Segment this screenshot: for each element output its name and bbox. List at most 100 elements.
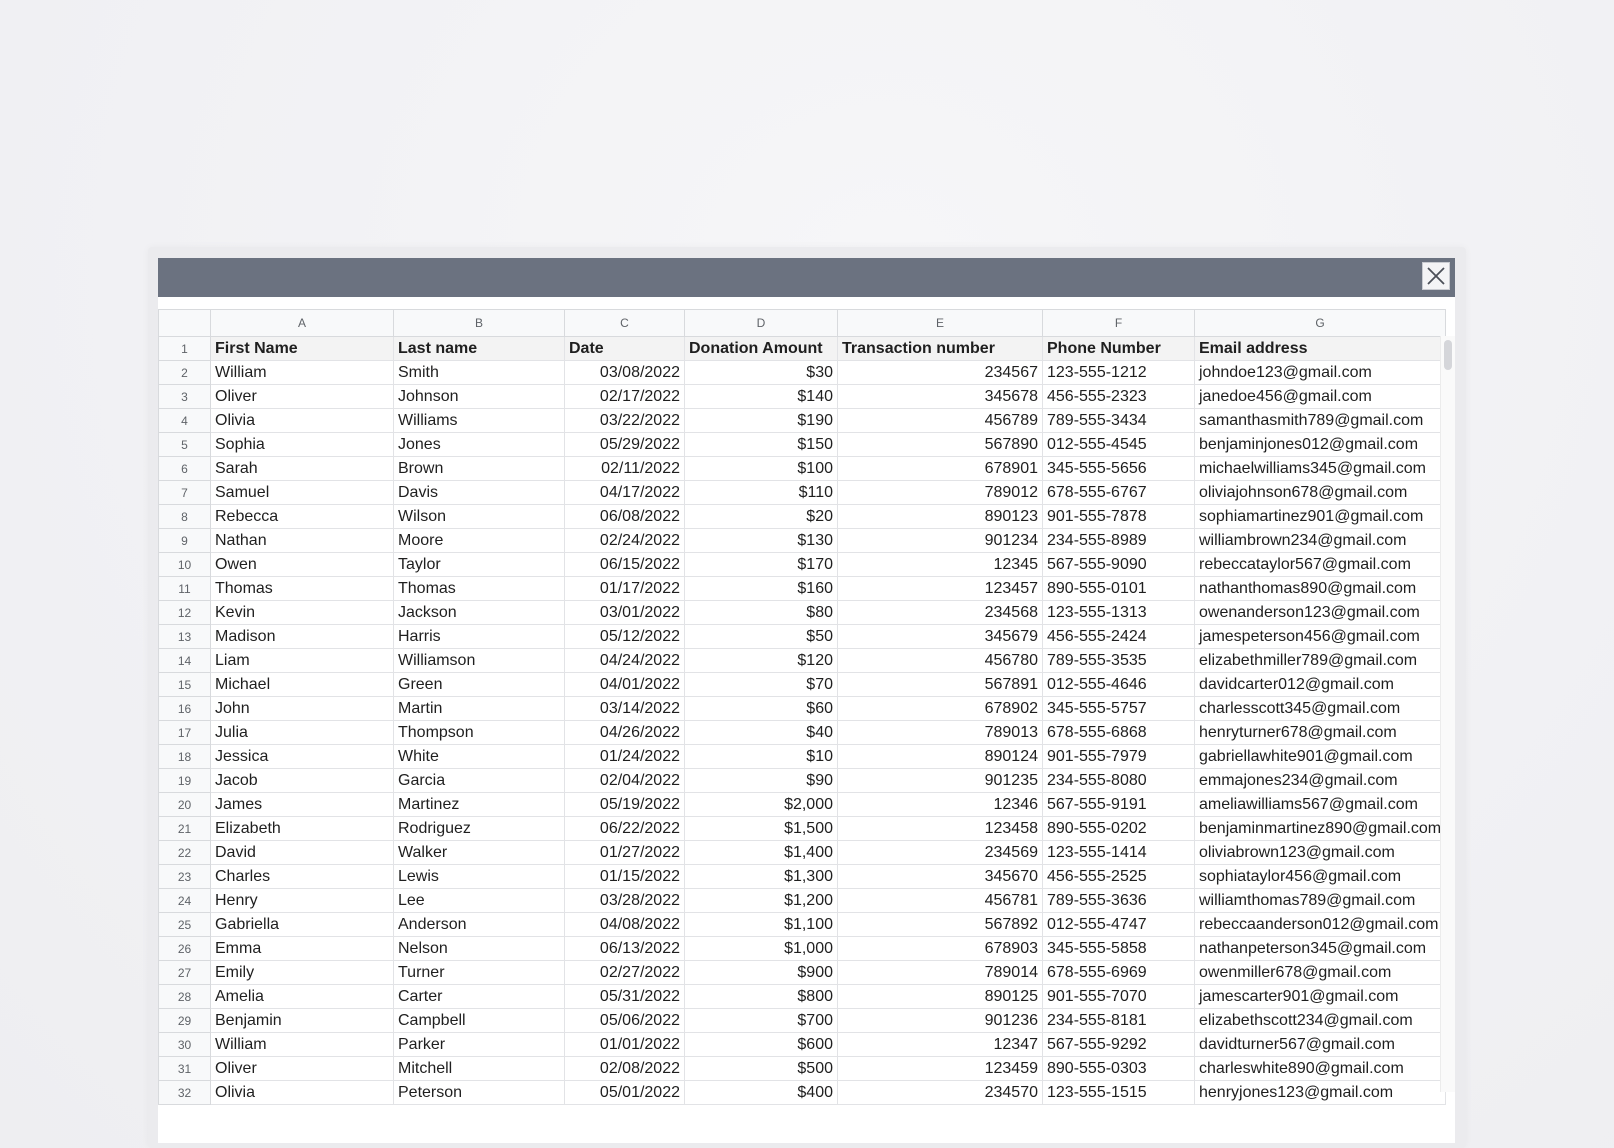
cell-transaction-number[interactable]: 234569 [837, 840, 1043, 865]
cell-first-name[interactable]: Nathan [210, 528, 394, 553]
row-number[interactable]: 23 [158, 864, 211, 889]
cell-phone-number[interactable]: 234-555-8181 [1042, 1008, 1195, 1033]
cell-email-address[interactable]: benjaminmartinez890@gmail.com [1193, 816, 1447, 841]
cell-donation-amount[interactable]: $20 [684, 504, 838, 529]
cell-phone-number[interactable]: 234-555-8080 [1042, 768, 1195, 793]
cell-email-address[interactable]: michaelwilliams345@gmail.com [1193, 456, 1447, 481]
cell-phone-number[interactable]: 012-555-4545 [1042, 432, 1195, 457]
cell-first-name[interactable]: Benjamin [210, 1008, 394, 1033]
cell-donation-amount[interactable]: $900 [684, 960, 838, 985]
cell-phone-number[interactable]: 012-555-4747 [1042, 912, 1195, 937]
cell-donation-amount[interactable]: $170 [684, 552, 838, 577]
row-number[interactable]: 9 [158, 528, 211, 553]
cell-email-address[interactable]: janedoe456@gmail.com [1193, 384, 1447, 409]
cell-first-name[interactable]: Emily [210, 960, 394, 985]
row-number[interactable]: 2 [158, 360, 211, 385]
cell-phone-number[interactable]: 012-555-4646 [1042, 672, 1195, 697]
cell-first-name[interactable]: Gabriella [210, 912, 394, 937]
cell-donation-amount[interactable]: $2,000 [684, 792, 838, 817]
cell-transaction-number[interactable]: 234570 [837, 1080, 1043, 1105]
cell-email-address[interactable]: owenanderson123@gmail.com [1193, 600, 1447, 625]
cell-date[interactable]: 03/08/2022 [564, 360, 685, 385]
header-cell-transaction-number[interactable]: Transaction number [837, 336, 1043, 361]
cell-date[interactable]: 05/01/2022 [564, 1080, 685, 1105]
header-cell-date[interactable]: Date [564, 336, 685, 361]
cell-transaction-number[interactable]: 123458 [837, 816, 1043, 841]
row-number[interactable]: 15 [158, 672, 211, 697]
row-number[interactable]: 13 [158, 624, 211, 649]
cell-first-name[interactable]: Henry [210, 888, 394, 913]
cell-email-address[interactable]: charleswhite890@gmail.com [1193, 1056, 1447, 1081]
close-button[interactable] [1422, 262, 1450, 290]
column-header-g[interactable]: G [1193, 309, 1447, 337]
cell-last-name[interactable]: Wilson [393, 504, 565, 529]
cell-donation-amount[interactable]: $10 [684, 744, 838, 769]
cell-first-name[interactable]: Sophia [210, 432, 394, 457]
cell-date[interactable]: 06/08/2022 [564, 504, 685, 529]
cell-donation-amount[interactable]: $50 [684, 624, 838, 649]
cell-date[interactable]: 05/31/2022 [564, 984, 685, 1009]
header-cell-donation-amount[interactable]: Donation Amount [684, 336, 838, 361]
vertical-scrollbar[interactable] [1440, 336, 1455, 1092]
cell-date[interactable]: 01/24/2022 [564, 744, 685, 769]
cell-first-name[interactable]: Elizabeth [210, 816, 394, 841]
cell-transaction-number[interactable]: 345679 [837, 624, 1043, 649]
cell-first-name[interactable]: Olivia [210, 408, 394, 433]
cell-email-address[interactable]: rebeccaanderson012@gmail.com [1193, 912, 1447, 937]
cell-last-name[interactable]: Williams [393, 408, 565, 433]
header-cell-last-name[interactable]: Last name [393, 336, 565, 361]
cell-transaction-number[interactable]: 567892 [837, 912, 1043, 937]
cell-donation-amount[interactable]: $130 [684, 528, 838, 553]
cell-transaction-number[interactable]: 678903 [837, 936, 1043, 961]
cell-phone-number[interactable]: 890-555-0101 [1042, 576, 1195, 601]
cell-phone-number[interactable]: 789-555-3535 [1042, 648, 1195, 673]
cell-email-address[interactable]: elizabethmiller789@gmail.com [1193, 648, 1447, 673]
cell-date[interactable]: 06/13/2022 [564, 936, 685, 961]
cell-last-name[interactable]: Rodriguez [393, 816, 565, 841]
cell-phone-number[interactable]: 123-555-1515 [1042, 1080, 1195, 1105]
cell-email-address[interactable]: samanthasmith789@gmail.com [1193, 408, 1447, 433]
cell-first-name[interactable]: Oliver [210, 1056, 394, 1081]
scrollbar-thumb[interactable] [1444, 340, 1452, 370]
cell-first-name[interactable]: Owen [210, 552, 394, 577]
row-number[interactable]: 30 [158, 1032, 211, 1057]
cell-first-name[interactable]: John [210, 696, 394, 721]
cell-date[interactable]: 03/01/2022 [564, 600, 685, 625]
cell-date[interactable]: 01/17/2022 [564, 576, 685, 601]
cell-transaction-number[interactable]: 890124 [837, 744, 1043, 769]
cell-donation-amount[interactable]: $40 [684, 720, 838, 745]
cell-first-name[interactable]: Michael [210, 672, 394, 697]
cell-donation-amount[interactable]: $700 [684, 1008, 838, 1033]
cell-phone-number[interactable]: 678-555-6969 [1042, 960, 1195, 985]
cell-email-address[interactable]: benjaminjones012@gmail.com [1193, 432, 1447, 457]
cell-date[interactable]: 03/22/2022 [564, 408, 685, 433]
cell-donation-amount[interactable]: $90 [684, 768, 838, 793]
row-number[interactable]: 20 [158, 792, 211, 817]
column-header-d[interactable]: D [684, 309, 838, 337]
cell-last-name[interactable]: Green [393, 672, 565, 697]
cell-donation-amount[interactable]: $30 [684, 360, 838, 385]
cell-phone-number[interactable]: 345-555-5656 [1042, 456, 1195, 481]
cell-donation-amount[interactable]: $190 [684, 408, 838, 433]
row-number[interactable]: 17 [158, 720, 211, 745]
cell-transaction-number[interactable]: 234568 [837, 600, 1043, 625]
cell-date[interactable]: 03/14/2022 [564, 696, 685, 721]
cell-donation-amount[interactable]: $400 [684, 1080, 838, 1105]
cell-last-name[interactable]: Martin [393, 696, 565, 721]
cell-date[interactable]: 05/06/2022 [564, 1008, 685, 1033]
cell-first-name[interactable]: Madison [210, 624, 394, 649]
column-header-b[interactable]: B [393, 309, 565, 337]
cell-last-name[interactable]: Martinez [393, 792, 565, 817]
row-number[interactable]: 5 [158, 432, 211, 457]
cell-phone-number[interactable]: 567-555-9090 [1042, 552, 1195, 577]
cell-last-name[interactable]: White [393, 744, 565, 769]
cell-date[interactable]: 02/11/2022 [564, 456, 685, 481]
cell-donation-amount[interactable]: $1,100 [684, 912, 838, 937]
cell-last-name[interactable]: Lee [393, 888, 565, 913]
cell-last-name[interactable]: Smith [393, 360, 565, 385]
cell-first-name[interactable]: Thomas [210, 576, 394, 601]
cell-first-name[interactable]: Oliver [210, 384, 394, 409]
row-number[interactable]: 4 [158, 408, 211, 433]
row-number[interactable]: 22 [158, 840, 211, 865]
cell-phone-number[interactable]: 567-555-9292 [1042, 1032, 1195, 1057]
